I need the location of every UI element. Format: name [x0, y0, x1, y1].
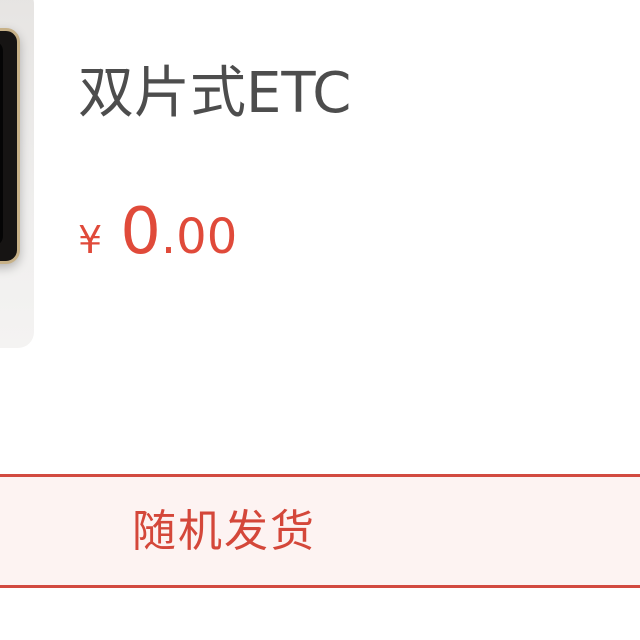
product-price: ¥0.00: [78, 192, 237, 288]
etc-device-image: [0, 28, 20, 264]
product-thumbnail[interactable]: [0, 0, 34, 348]
product-title: 双片式ETC: [78, 61, 352, 126]
price-integer: 0: [120, 195, 161, 269]
price-decimal: .00: [160, 209, 238, 265]
price-currency-symbol: ¥: [78, 218, 103, 262]
product-sku-panel: 双片式ETC ¥0.00 随机发货: [0, 0, 640, 640]
option-random-shipping[interactable]: 随机发货: [0, 474, 640, 588]
option-label: 随机发货: [132, 506, 316, 557]
